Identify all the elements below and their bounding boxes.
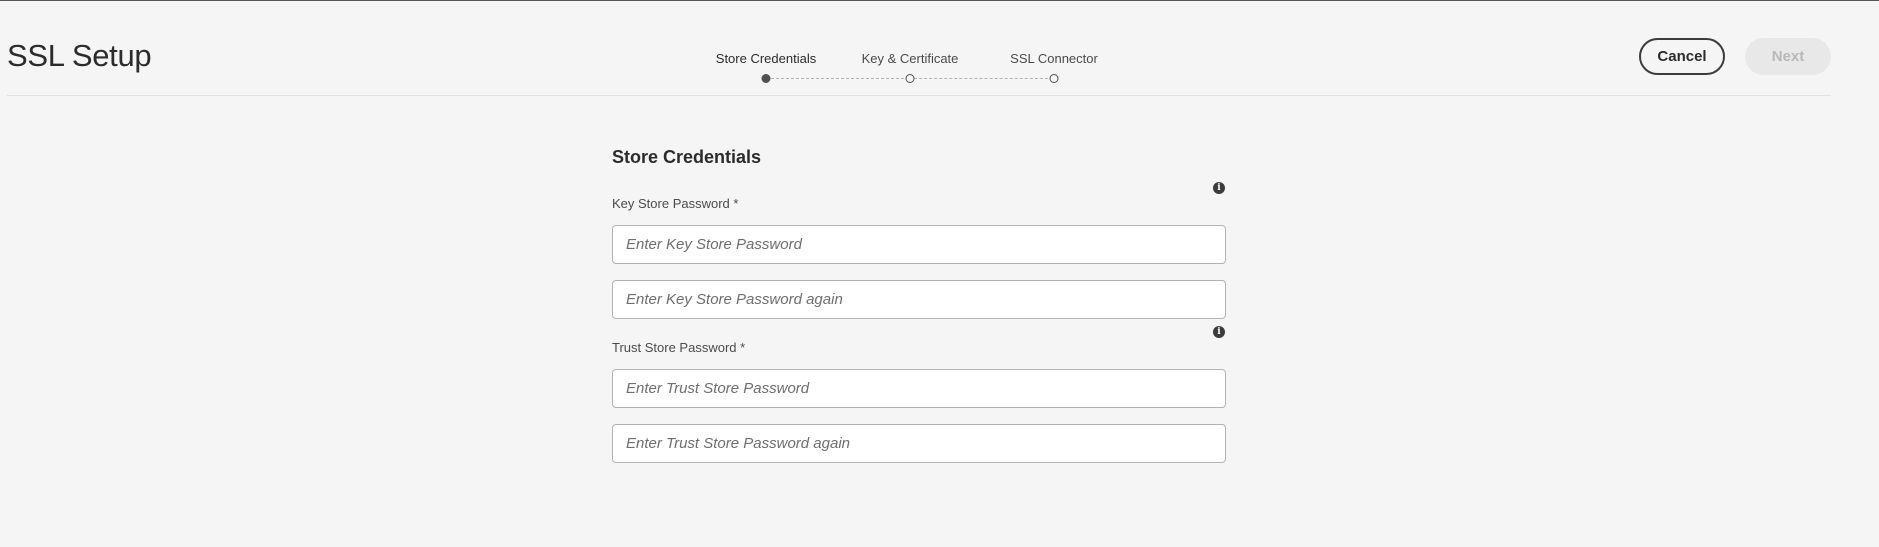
ssl-setup-page: SSL Setup Store Credentials Key & Certif… (0, 0, 1879, 547)
step-dot-key-certificate (905, 74, 915, 83)
key-store-password-input[interactable] (612, 225, 1226, 264)
step-connector-1 (766, 78, 909, 79)
step-label-key-certificate: Key & Certificate (861, 51, 959, 66)
step-dot-store-credentials (761, 74, 771, 83)
step-label-ssl-connector: SSL Connector (1010, 51, 1098, 66)
trust-store-password-label: Trust Store Password * (612, 340, 746, 355)
trust-store-password-confirm-input[interactable] (612, 424, 1226, 463)
info-icon[interactable]: i (1213, 326, 1225, 338)
trust-store-password-input[interactable] (612, 369, 1226, 408)
key-store-password-confirm-input[interactable] (612, 280, 1226, 319)
step-connector-2 (914, 78, 1053, 79)
key-store-password-label: Key Store Password * (612, 196, 739, 211)
step-dot-ssl-connector (1049, 74, 1059, 83)
info-icon[interactable]: i (1213, 182, 1225, 194)
section-title: Store Credentials (612, 147, 762, 167)
next-button[interactable]: Next (1745, 38, 1831, 75)
wizard-stepper: Store Credentials Key & Certificate SSL … (0, 0, 1879, 96)
cancel-button[interactable]: Cancel (1639, 38, 1725, 75)
step-label-store-credentials: Store Credentials (715, 51, 817, 66)
